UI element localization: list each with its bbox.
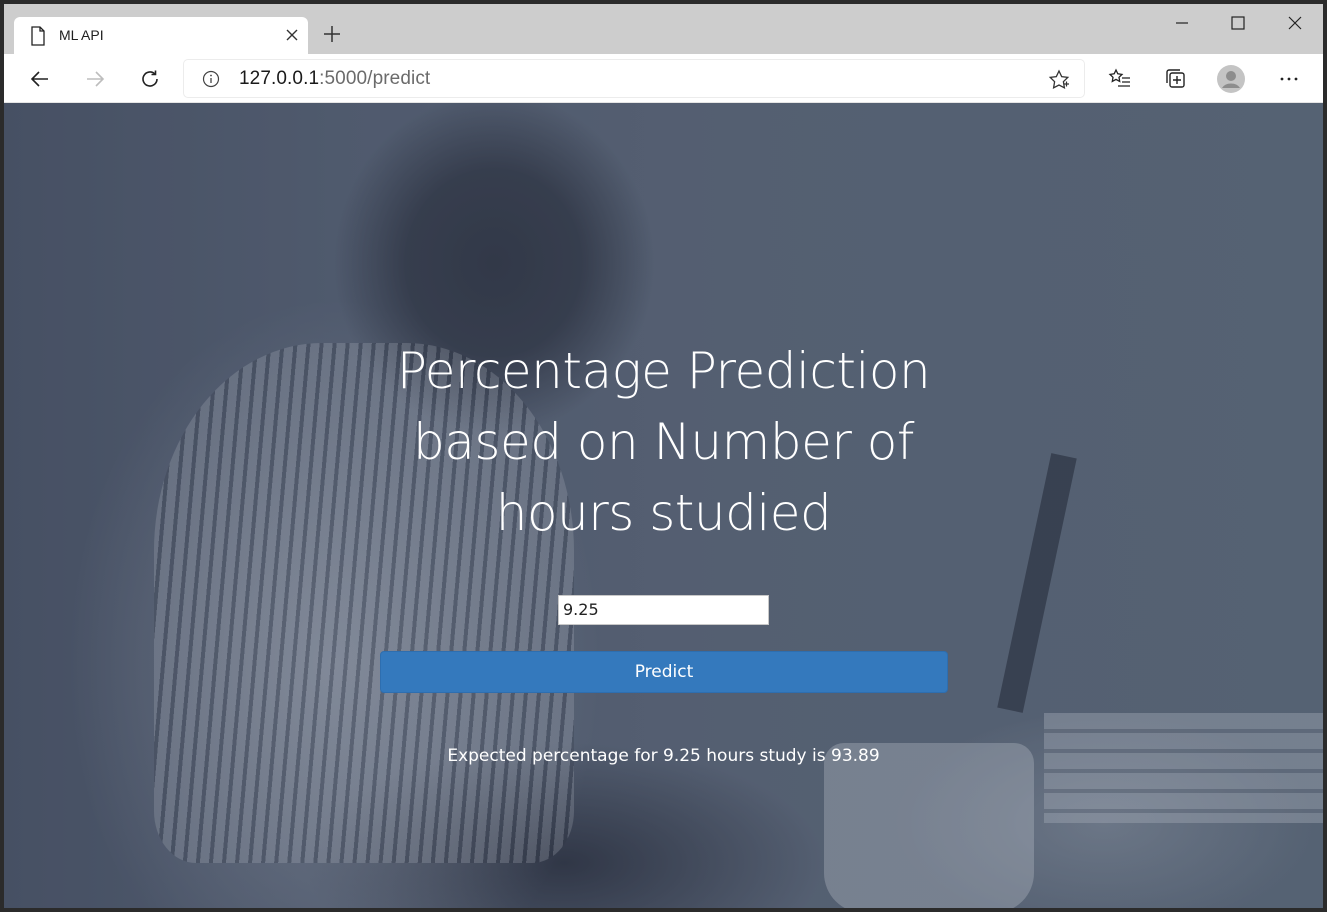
browser-tab[interactable]: ML API <box>14 17 308 54</box>
browser-window: ML API 127.0.0.1:5000/predict Percentage… <box>4 4 1323 908</box>
page-title-line: based on Number of <box>413 413 914 471</box>
maximize-icon[interactable] <box>1228 13 1248 33</box>
prediction-result: Expected percentage for 9.25 hours study… <box>447 746 880 766</box>
favorites-list-icon[interactable] <box>1108 67 1132 91</box>
forward-icon[interactable] <box>83 67 107 91</box>
page-content: Percentage Prediction based on Number of… <box>4 103 1323 908</box>
page-title: Percentage Prediction based on Number of… <box>4 336 1323 549</box>
back-icon[interactable] <box>28 67 52 91</box>
browser-toolbar: 127.0.0.1:5000/predict <box>4 54 1323 103</box>
close-icon[interactable] <box>1285 13 1305 33</box>
info-icon[interactable] <box>202 70 220 88</box>
favorite-star-icon[interactable] <box>1048 69 1070 91</box>
url-text[interactable]: 127.0.0.1:5000/predict <box>239 68 430 90</box>
address-bar[interactable]: 127.0.0.1:5000/predict <box>184 60 1084 97</box>
more-menu-icon[interactable] <box>1277 67 1301 91</box>
url-host: 127.0.0.1 <box>239 68 320 89</box>
url-path: :5000/predict <box>319 68 431 89</box>
tab-strip: ML API <box>4 4 1323 54</box>
tab-title: ML API <box>59 27 104 43</box>
collections-icon[interactable] <box>1164 67 1188 91</box>
refresh-icon[interactable] <box>138 67 162 91</box>
plus-icon[interactable] <box>322 24 342 44</box>
tab-close-icon[interactable] <box>284 27 300 43</box>
minimize-icon[interactable] <box>1172 13 1192 33</box>
predict-button[interactable]: Predict <box>380 651 948 693</box>
hours-input[interactable]: 9.25 <box>558 595 769 625</box>
page-title-line: hours studied <box>495 484 832 542</box>
page-title-line: Percentage Prediction <box>396 342 931 400</box>
profile-avatar[interactable] <box>1217 65 1245 93</box>
page-icon <box>31 26 45 46</box>
